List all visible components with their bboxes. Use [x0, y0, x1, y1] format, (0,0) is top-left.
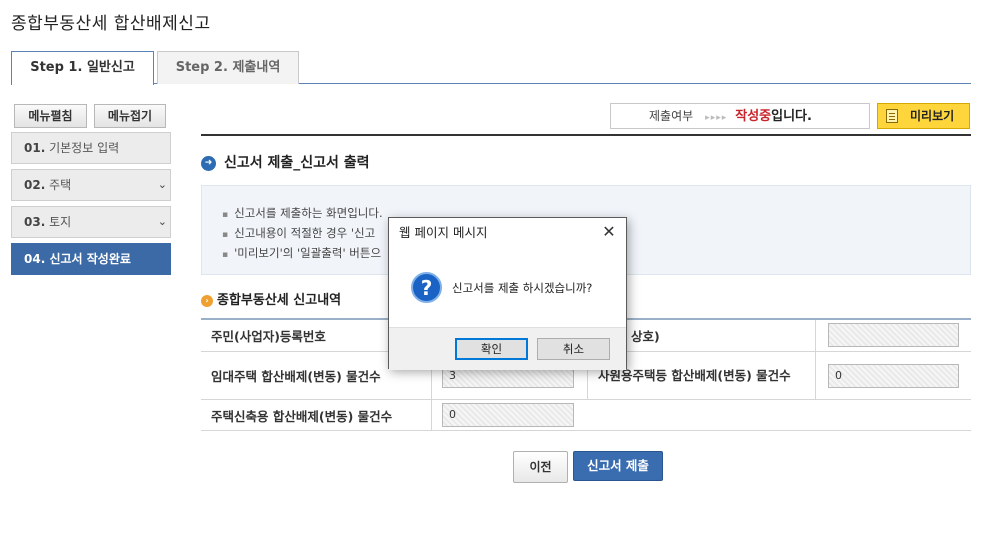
circle-arrow-icon: › — [201, 295, 213, 307]
summary-title: › 종합부동산세 신고내역 — [201, 292, 341, 310]
sidebar-item-label: 주택 — [49, 178, 72, 192]
employee-housing-count-field[interactable]: 0 — [828, 364, 959, 388]
field-label: 주택신축용 합산배제(변동) 물건수 — [211, 408, 393, 424]
menu-expand-button[interactable]: 메뉴펼침 — [14, 104, 87, 128]
sidebar-item-label: 토지 — [49, 215, 72, 229]
chevron-down-icon: ⌄ — [157, 178, 167, 191]
dialog-footer: 확인 취소 — [389, 327, 626, 370]
cancel-button[interactable]: 취소 — [537, 338, 610, 360]
sidebar-item-basic-info[interactable]: 01. 기본정보 입력 — [11, 132, 171, 164]
dialog-title: 웹 페이지 메시지 — [389, 218, 626, 247]
sidebar-item-housing[interactable]: 02. 주택 ⌄ — [11, 169, 171, 201]
submit-report-button[interactable]: 신고서 제출 — [573, 451, 663, 481]
document-icon — [886, 109, 898, 123]
field-cell — [815, 320, 971, 351]
divider — [201, 134, 971, 136]
sidebar-item-label: 기본정보 입력 — [49, 141, 120, 155]
preview-button[interactable]: 미리보기 — [877, 103, 970, 129]
question-icon: ? — [411, 272, 442, 303]
business-name-field[interactable] — [828, 323, 959, 347]
sidebar-item-number: 04. — [24, 252, 46, 266]
arrows-icon: ▸▸▸▸ — [705, 113, 728, 123]
table-row: 주택신축용 합산배제(변동) 물건수 0 — [201, 400, 971, 431]
status-value: 작성중 — [735, 109, 772, 124]
sidebar-item-label: 신고서 작성완료 — [49, 252, 131, 266]
page-title: 종합부동산세 합산배제신고 — [11, 14, 211, 34]
menu-collapse-button[interactable]: 메뉴접기 — [94, 104, 166, 128]
sidebar-item-number: 02. — [24, 178, 46, 192]
dialog-body: ? 신고서를 제출 하시겠습니까? — [389, 247, 626, 327]
field-label: 주민(사업자)등록번호 — [211, 329, 326, 344]
field-label: 임대주택 합산배제(변동) 물건수 — [211, 369, 381, 384]
submission-status: 제출여부 ▸▸▸▸ 작성중입니다. — [610, 103, 870, 129]
ok-button[interactable]: 확인 — [455, 338, 528, 360]
sidebar-item-complete[interactable]: 04. 신고서 작성완료 — [11, 243, 171, 275]
tab-step2-submitted[interactable]: Step 2. 제출내역 — [157, 51, 299, 84]
section-title-text: 신고서 제출_신고서 출력 — [224, 155, 370, 171]
summary-title-text: 종합부동산세 신고내역 — [217, 293, 342, 308]
sidebar-item-number: 03. — [24, 215, 46, 229]
circle-arrow-icon: ➜ — [201, 156, 216, 171]
section-title: ➜ 신고서 제출_신고서 출력 — [201, 153, 370, 173]
confirm-dialog: 웹 페이지 메시지 ✕ ? 신고서를 제출 하시겠습니까? 확인 취소 — [388, 217, 627, 370]
status-label: 제출여부 — [649, 109, 694, 123]
tab-step1-general[interactable]: Step 1. 일반신고 — [11, 51, 154, 85]
close-icon[interactable]: ✕ — [601, 224, 617, 240]
dialog-message: 신고서를 제출 하시겠습니까? — [452, 281, 593, 295]
sidebar-item-land[interactable]: 03. 토지 ⌄ — [11, 206, 171, 238]
preview-label: 미리보기 — [910, 109, 955, 123]
field-cell: 0 — [431, 400, 971, 430]
status-suffix: 입니다. — [771, 109, 812, 124]
chevron-down-icon: ⌄ — [157, 215, 167, 228]
new-construction-count-field[interactable]: 0 — [442, 403, 574, 427]
prev-button[interactable]: 이전 — [513, 451, 568, 483]
step-tabs: Step 1. 일반신고 Step 2. 제출내역 — [11, 51, 971, 85]
field-cell: 0 — [815, 352, 971, 399]
sidebar-item-number: 01. — [24, 141, 46, 155]
